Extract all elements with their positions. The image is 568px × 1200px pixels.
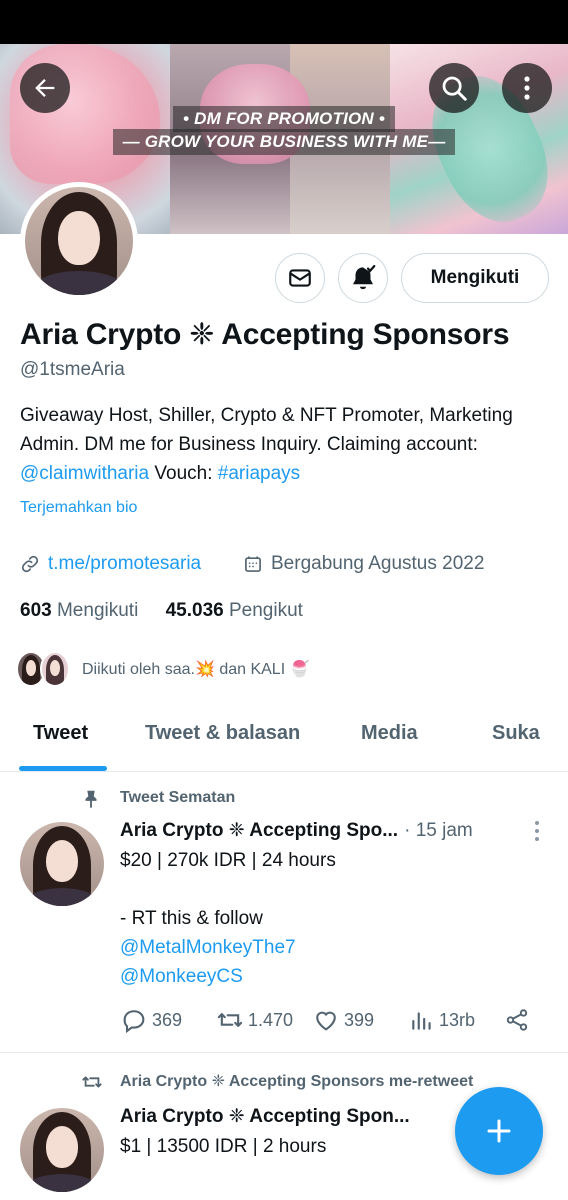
- tab-tweet[interactable]: Tweet: [33, 722, 88, 745]
- retweet-button[interactable]: 1.470: [216, 1006, 293, 1034]
- more-options-button[interactable]: [502, 63, 552, 113]
- active-tab-indicator: [19, 766, 107, 771]
- search-button[interactable]: [429, 63, 479, 113]
- tweet-header: Aria Crypto ❈ Accepting Spo... · 15 jam: [120, 819, 473, 842]
- pin-icon: [85, 790, 97, 809]
- following-button[interactable]: Mengikuti: [401, 253, 549, 303]
- bio-hashtag-link[interactable]: #ariapays: [218, 463, 300, 484]
- followed-by-row[interactable]: Diikuti oleh saa.💥 dan KALI 🍧: [16, 651, 310, 687]
- bell-check-icon: [353, 265, 376, 290]
- views-button[interactable]: 13rb: [409, 1006, 475, 1034]
- reply-icon: [123, 1010, 145, 1034]
- tweet-mention-link[interactable]: @MetalMonkeyThe7: [120, 933, 336, 962]
- retweet-context-label[interactable]: Aria Crypto ❈ Accepting Sponsors me-retw…: [120, 1071, 473, 1091]
- tweet-actions: 369 1.470 399 13rb: [120, 1006, 540, 1036]
- retweet-icon: [82, 1076, 102, 1088]
- plus-icon: [487, 1119, 511, 1143]
- tweet-author-name[interactable]: Aria Crypto ❈ Accepting Spon...: [120, 1105, 410, 1128]
- tweet-author-name[interactable]: Aria Crypto ❈ Accepting Spo...: [120, 819, 398, 842]
- tweet-header: Aria Crypto ❈ Accepting Spon...: [120, 1105, 410, 1128]
- tab-likes[interactable]: Suka: [492, 722, 540, 745]
- following-count-link[interactable]: 603 Mengikuti: [20, 600, 138, 621]
- tweet-more-icon[interactable]: [534, 820, 540, 842]
- mail-icon: [289, 269, 311, 287]
- compose-tweet-button[interactable]: [455, 1087, 543, 1175]
- share-icon: [506, 1009, 528, 1031]
- arrow-left-icon: [35, 79, 55, 97]
- bio-mention-link[interactable]: @claimwitharia: [20, 463, 149, 484]
- calendar-icon: [245, 556, 261, 572]
- tweet-mention-link[interactable]: @MonkeeyCS: [120, 962, 336, 991]
- banner-promo-line2: — GROW YOUR BUSINESS WITH ME—: [0, 129, 568, 155]
- tweet-divider: [0, 1052, 568, 1053]
- reply-button[interactable]: 369: [120, 1006, 182, 1034]
- tweet-avatar[interactable]: [20, 822, 104, 906]
- tweet-text: $1 | 13500 IDR | 2 hours: [120, 1136, 327, 1157]
- more-vertical-icon: [524, 76, 530, 100]
- translate-bio-link[interactable]: Terjemahkan bio: [20, 499, 137, 517]
- profile-bio: Giveaway Host, Shiller, Crypto & NFT Pro…: [20, 405, 513, 484]
- pinned-tweet-label: Tweet Sematan: [120, 789, 236, 806]
- profile-tabs: Tweet Tweet & balasan Media Suka: [0, 708, 568, 772]
- profile-counts: 603 Mengikuti 45.036 Pengikut: [20, 600, 303, 622]
- tweet-avatar[interactable]: [20, 1108, 104, 1192]
- profile-name: Aria Crypto ❈ Accepting Sponsors: [20, 318, 510, 351]
- followers-count-link[interactable]: 45.036 Pengikut: [166, 600, 303, 621]
- like-button[interactable]: 399: [312, 1006, 374, 1034]
- message-button[interactable]: [275, 253, 325, 303]
- follower-avatar: [40, 651, 70, 687]
- profile-website[interactable]: t.me/promotesaria: [20, 553, 201, 575]
- tab-media[interactable]: Media: [361, 722, 418, 745]
- tweet-time[interactable]: · 15 jam: [404, 820, 473, 842]
- heart-icon: [316, 1011, 336, 1031]
- analytics-icon: [412, 1012, 431, 1030]
- profile-joined-date: Bergabung Agustus 2022: [243, 553, 484, 575]
- notifications-button[interactable]: [338, 253, 388, 303]
- status-bar: [0, 0, 568, 44]
- back-button[interactable]: [20, 63, 70, 113]
- retweet-icon: [217, 1013, 243, 1027]
- link-icon: [21, 555, 39, 573]
- profile-handle: @1tsmeAria: [20, 359, 125, 380]
- profile-avatar[interactable]: [20, 182, 138, 300]
- tab-tweet-replies[interactable]: Tweet & balasan: [145, 722, 300, 745]
- tweet-text: $20 | 270k IDR | 24 hours - RT this & fo…: [120, 846, 336, 991]
- followed-by-text: Diikuti oleh saa.💥 dan KALI 🍧: [82, 661, 310, 678]
- search-icon: [442, 76, 467, 101]
- share-button[interactable]: [504, 1006, 530, 1034]
